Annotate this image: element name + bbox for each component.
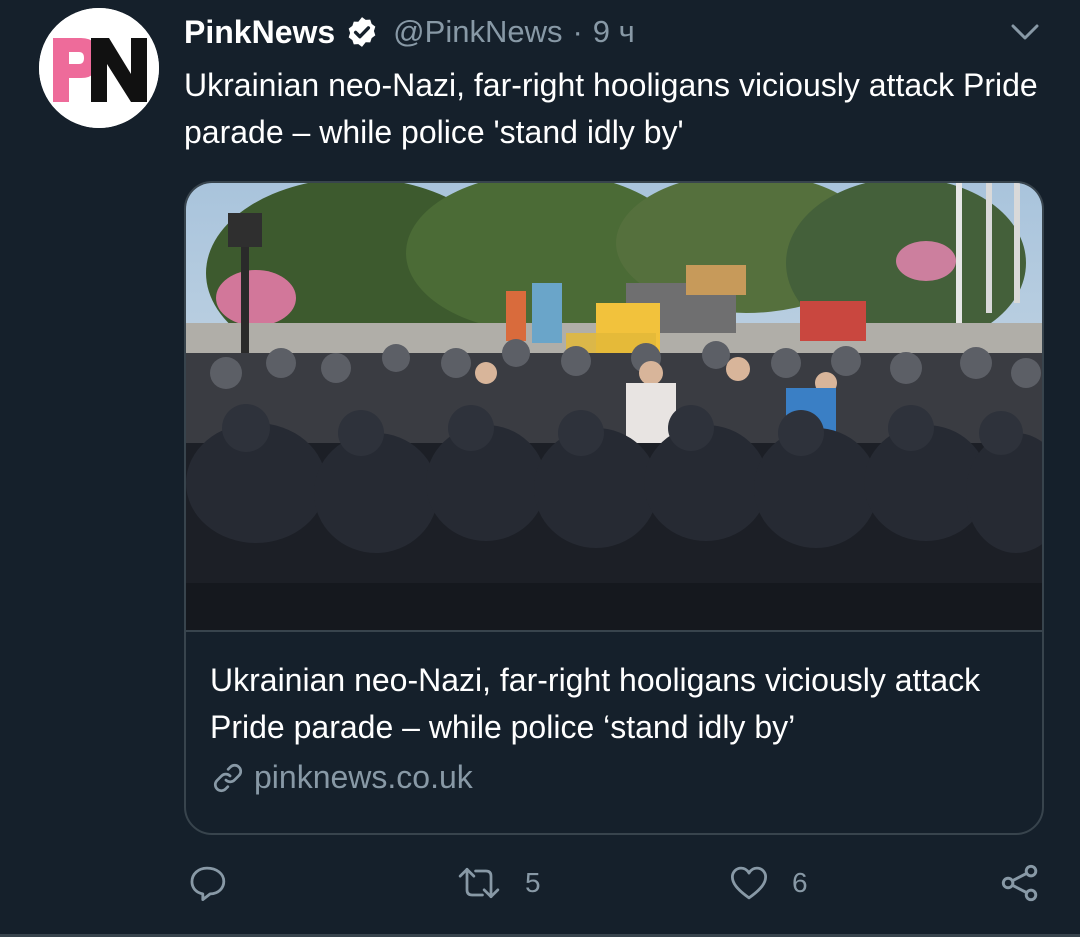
tweet-actions: 5 6 (0, 858, 1080, 908)
card-domain-row: pinknews.co.uk (210, 759, 1020, 796)
avatar[interactable] (39, 8, 159, 128)
like-button[interactable]: 6 (728, 858, 808, 908)
tweet-text: Ukrainian neo-Nazi, far-right hooligans … (184, 67, 1038, 150)
share-button[interactable] (998, 858, 1042, 908)
tweet: PinkNews @PinkNews · 9 ч Ukrainian neo-N… (0, 0, 1080, 937)
tweet-time[interactable]: 9 ч (593, 14, 635, 50)
pinknews-logo (39, 8, 159, 128)
author-name[interactable]: PinkNews (184, 14, 335, 51)
reply-button[interactable] (186, 858, 228, 908)
share-icon (1001, 864, 1038, 902)
link-card[interactable]: Ukrainian neo-Nazi, far-right hooligans … (184, 181, 1044, 835)
card-image (186, 183, 1042, 632)
like-count: 6 (792, 867, 808, 898)
card-body: Ukrainian neo-Nazi, far-right hooligans … (210, 657, 1020, 796)
card-domain: pinknews.co.uk (254, 759, 473, 795)
reply-icon (190, 866, 226, 902)
link-icon (214, 763, 242, 792)
heart-icon (730, 866, 768, 900)
retweet-button[interactable]: 5 (455, 858, 541, 908)
tweet-header: PinkNews @PinkNews · 9 ч (184, 10, 635, 54)
card-title[interactable]: Ukrainian neo-Nazi, far-right hooligans … (210, 657, 1020, 751)
chevron-down-icon[interactable] (1008, 18, 1042, 46)
author-handle[interactable]: @PinkNews (393, 14, 562, 50)
retweet-icon (458, 867, 500, 899)
protest-photo (186, 183, 1042, 630)
separator-dot: · (572, 14, 583, 49)
retweet-count: 5 (525, 867, 541, 898)
verified-badge-icon (348, 17, 376, 47)
